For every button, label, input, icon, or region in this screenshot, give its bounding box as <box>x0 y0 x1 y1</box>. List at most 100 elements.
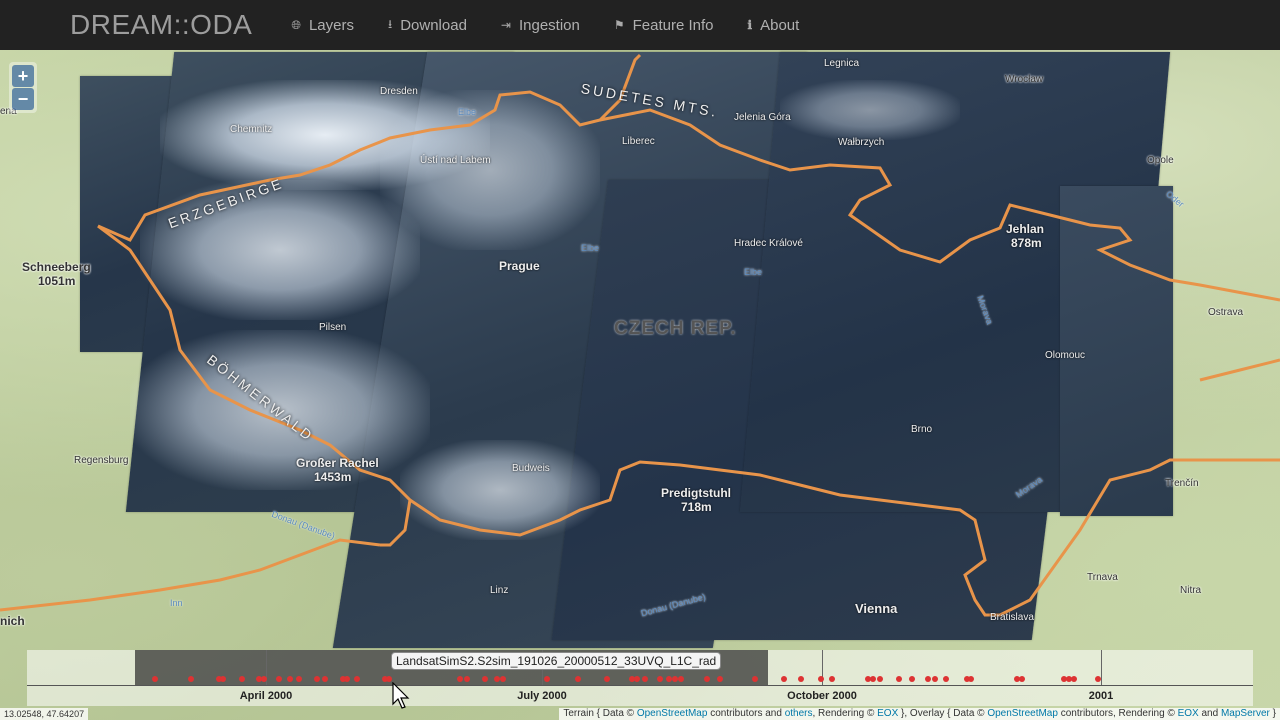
timeline-dataset-marker[interactable] <box>314 676 320 682</box>
nav-label: Feature Info <box>632 16 714 34</box>
nav-feature-info[interactable]: ⚑ Feature Info <box>597 0 731 50</box>
timeline-dataset-marker[interactable] <box>877 676 883 682</box>
map-attribution: Terrain { Data © OpenStreetMap contribut… <box>559 708 1280 720</box>
timeline-dataset-marker[interactable] <box>322 676 328 682</box>
timeline-dataset-marker[interactable] <box>354 676 360 682</box>
timeline-dataset-marker[interactable] <box>781 676 787 682</box>
city-label-ostrava: Ostrava <box>1208 307 1244 318</box>
timeline-dataset-marker[interactable] <box>968 676 974 682</box>
timeline-dataset-marker[interactable] <box>932 676 938 682</box>
attribution-link-osm[interactable]: OpenStreetMap <box>987 708 1058 719</box>
nav-ingestion[interactable]: ⇥ Ingestion <box>484 0 597 50</box>
timeline-dataset-marker[interactable] <box>752 676 758 682</box>
timeline-dataset-marker[interactable] <box>261 676 267 682</box>
time-slider[interactable]: April 2000 July 2000 October 2000 2001 L… <box>27 650 1253 706</box>
timeline-dataset-marker[interactable] <box>943 676 949 682</box>
mouse-cursor <box>392 682 410 709</box>
timeline-dataset-marker[interactable] <box>544 676 550 682</box>
city-label-dresden: Dresden <box>380 86 418 97</box>
city-label-nitra: Nitra <box>1180 585 1202 596</box>
timeline-dataset-marker[interactable] <box>704 676 710 682</box>
river-label-elbe: Elbe <box>581 243 600 253</box>
city-label-legnica: Legnica <box>824 58 860 69</box>
attribution-text: contributors, Rendering © <box>1057 708 1178 719</box>
attribution-text: } <box>1269 708 1276 719</box>
globe-icon: 🌐︎ <box>291 17 301 32</box>
attribution-text: contributors and <box>707 708 785 719</box>
city-label-brno: Brno <box>911 424 933 435</box>
timeline-dataset-marker[interactable] <box>657 676 663 682</box>
timeline-dataset-marker[interactable] <box>717 676 723 682</box>
timeline-tick <box>1101 650 1102 685</box>
map-viewport[interactable]: Chemnitz Dresden Ústí nad Labem Liberec … <box>0 0 1280 720</box>
city-label-hradec: Hradec Králové <box>734 238 803 249</box>
peak-altitude-predigtstuhl: 718m <box>681 500 712 514</box>
timeline-dataset-marker[interactable] <box>344 676 350 682</box>
attribution-text: Terrain { Data © <box>563 708 637 719</box>
nav-download[interactable]: ⭳ Download <box>371 0 484 50</box>
river-label-elbe: Elbe <box>744 267 763 277</box>
city-label-chemnitz: Chemnitz <box>230 124 273 135</box>
attribution-link-eox[interactable]: EOX <box>1178 708 1199 719</box>
timeline-tick-label: October 2000 <box>787 690 857 702</box>
city-label-trnava: Trnava <box>1087 572 1118 583</box>
zoom-control: + − <box>9 62 37 113</box>
timeline-dataset-marker[interactable] <box>678 676 684 682</box>
city-label-jelenia-gora: Jelenia Góra <box>734 112 791 123</box>
timeline-dataset-marker[interactable] <box>457 676 463 682</box>
timeline-dataset-marker[interactable] <box>925 676 931 682</box>
timeline-dataset-marker[interactable] <box>909 676 915 682</box>
attribution-link-osm[interactable]: OpenStreetMap <box>637 708 708 719</box>
timeline-dataset-marker[interactable] <box>287 676 293 682</box>
timeline-dataset-marker[interactable] <box>296 676 302 682</box>
timeline-dataset-marker[interactable] <box>276 676 282 682</box>
zoom-in-button[interactable]: + <box>12 65 34 87</box>
app-brand[interactable]: DREAM::ODA <box>70 9 252 41</box>
city-label-liberec: Liberec <box>622 136 655 147</box>
city-label-olomouc: Olomouc <box>1045 350 1086 361</box>
timeline-dataset-marker[interactable] <box>188 676 194 682</box>
attribution-link-others[interactable]: others <box>785 708 813 719</box>
timeline-dataset-marker[interactable] <box>482 676 488 682</box>
river-label-inn: Inn <box>170 598 183 608</box>
timeline-dataset-marker[interactable] <box>500 676 506 682</box>
nav-label: About <box>760 16 800 34</box>
attribution-link-eox[interactable]: EOX <box>877 708 898 719</box>
map-marker-icon: ⚑ <box>613 18 625 32</box>
timeline-dataset-marker[interactable] <box>152 676 158 682</box>
nav-about[interactable]: ℹ About <box>731 0 817 50</box>
timeline-dataset-marker[interactable] <box>818 676 824 682</box>
sign-in-icon: ⇥ <box>500 18 511 32</box>
timeline-dataset-marker[interactable] <box>464 676 470 682</box>
attribution-link-mapserver[interactable]: MapServer <box>1221 708 1270 719</box>
timeline-dataset-marker[interactable] <box>896 676 902 682</box>
nav-label: Download <box>400 16 467 34</box>
timeline-dataset-marker[interactable] <box>870 676 876 682</box>
peak-altitude-schneeberg: 1051m <box>38 274 76 288</box>
timeline-dataset-marker[interactable] <box>1095 676 1101 682</box>
timeline-tooltip: LandsatSimS2.S2sim_191026_20000512_33UVQ… <box>391 652 722 670</box>
timeline-dataset-marker[interactable] <box>1071 676 1077 682</box>
country-label-czech: CZECH REP. <box>614 318 737 339</box>
timeline-tick-label: 2001 <box>1088 690 1114 702</box>
timeline-dataset-marker[interactable] <box>575 676 581 682</box>
zoom-out-button[interactable]: − <box>12 88 34 110</box>
timeline-dataset-marker[interactable] <box>634 676 640 682</box>
timeline-dataset-marker[interactable] <box>239 676 245 682</box>
timeline-dataset-marker[interactable] <box>829 676 835 682</box>
city-label-vienna: Vienna <box>855 601 898 616</box>
timeline-dataset-marker[interactable] <box>798 676 804 682</box>
timeline-dataset-marker[interactable] <box>1019 676 1025 682</box>
nav-layers[interactable]: 🌐︎ Layers <box>274 0 371 50</box>
timeline-dataset-marker[interactable] <box>220 676 226 682</box>
timeline-dataset-marker[interactable] <box>642 676 648 682</box>
peak-label-rachel: Großer Rachel <box>296 456 379 470</box>
city-label-regensburg: Regensburg <box>74 455 129 466</box>
timeline-dataset-marker[interactable] <box>604 676 610 682</box>
download-icon: ⭳ <box>388 16 393 31</box>
city-label-prague: Prague <box>499 259 540 273</box>
city-label-bratislava: Bratislava <box>990 612 1034 623</box>
nav-label: Layers <box>308 16 354 34</box>
attribution-text: and <box>1198 708 1221 719</box>
city-label-opole: Opole <box>1147 155 1174 166</box>
